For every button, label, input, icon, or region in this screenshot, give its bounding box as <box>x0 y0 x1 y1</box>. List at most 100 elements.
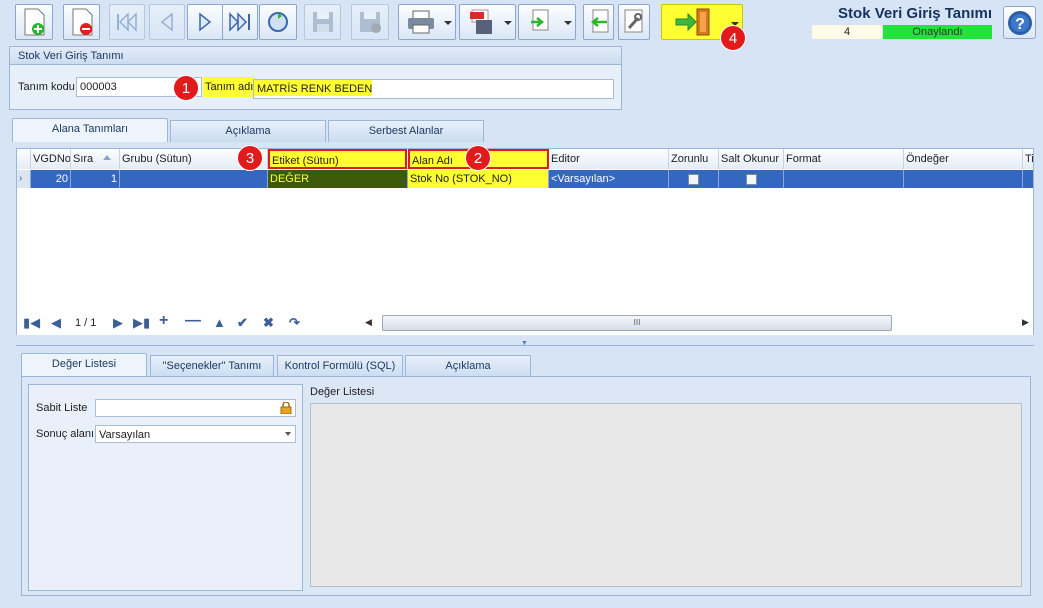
last-record-icon <box>229 12 250 32</box>
tools-button[interactable] <box>618 4 650 40</box>
deger-listesi-area[interactable] <box>310 403 1022 587</box>
tab-secenekler-tanimi[interactable]: "Seçenekler" Tanımı <box>150 355 274 377</box>
refresh-icon <box>268 12 288 32</box>
row-indicator-icon: › <box>17 170 31 188</box>
col-zorunlu[interactable]: Zorunlu <box>669 149 719 169</box>
row-indicator-header <box>17 149 31 169</box>
scroll-right-icon[interactable]: ▶ <box>1022 317 1029 328</box>
callout-badge-4: 4 <box>720 25 746 51</box>
pager-text: 1 / 1 <box>75 317 97 329</box>
help-button[interactable]: ? <box>1003 6 1036 39</box>
prev-record-button[interactable] <box>149 4 185 40</box>
grid-navigator: ▮◀ ◀ 1 / 1 ▶ ▶▮ + — ▲ ✔ ✖ ↷ ◀ III ▶ <box>17 311 1033 335</box>
tab-kontrol-formulu[interactable]: Kontrol Formülü (SQL) <box>277 355 403 377</box>
header-group-title: Stok Veri Giriş Tanımı <box>10 47 621 65</box>
next-record-icon <box>199 12 212 32</box>
cell-zorunlu[interactable] <box>669 170 719 188</box>
table-row[interactable]: › 20 1 DEĞER Stok No (STOK_NO) <Varsayıl… <box>17 170 1023 188</box>
nav-first-icon[interactable]: ▮◀ <box>23 315 40 331</box>
nav-refresh-icon[interactable]: ↷ <box>289 315 300 331</box>
tab-deger-listesi[interactable]: Değer Listesi <box>21 353 147 377</box>
splitter-arrow-icon[interactable]: ▼ <box>521 340 528 347</box>
col-editor[interactable]: Editor <box>549 149 669 169</box>
col-ti[interactable]: Ti <box>1023 149 1033 169</box>
export-button[interactable] <box>518 4 576 40</box>
deger-listesi-label: Değer Listesi <box>310 386 375 398</box>
name-label: Tanım adı <box>203 77 255 97</box>
save-close-button[interactable] <box>351 4 389 40</box>
nav-prev-icon[interactable]: ◀ <box>51 315 61 331</box>
col-sira[interactable]: Sıra <box>71 149 120 169</box>
nav-next-icon[interactable]: ▶ <box>113 315 123 331</box>
cell-vgdno[interactable]: 20 <box>31 170 71 188</box>
callout-badge-2: 2 <box>465 145 491 171</box>
cell-alan-adi[interactable]: Stok No (STOK_NO) <box>408 170 549 188</box>
sonuc-alani-select[interactable]: Varsayılan <box>95 425 296 443</box>
tab-alan-tanimlari[interactable]: Alana Tanımları <box>12 118 168 142</box>
cell-editor[interactable]: <Varsayılan> <box>549 170 669 188</box>
cell-etiket[interactable]: DEĞER <box>268 170 408 188</box>
header-group: Stok Veri Giriş Tanımı Tanım kodu 000003… <box>9 46 622 110</box>
nav-last-icon[interactable]: ▶▮ <box>133 315 150 331</box>
nav-cancel-icon[interactable]: ✖ <box>263 315 274 331</box>
detail-panel: Sabit Liste Sonuç alanı Varsayılan Değer… <box>21 376 1031 596</box>
sabit-liste-input[interactable] <box>95 399 296 417</box>
tab-serbest-alanlar[interactable]: Serbest Alanlar <box>328 120 484 142</box>
svg-text:?: ? <box>1015 16 1025 33</box>
col-etiket[interactable]: Etiket (Sütun) <box>268 149 407 169</box>
cell-grubu[interactable] <box>120 170 268 188</box>
salt-okunur-checkbox[interactable] <box>745 173 757 185</box>
col-sira-label: Sıra <box>73 153 94 165</box>
nav-up-icon[interactable]: ▲ <box>213 315 226 330</box>
name-value: MATRİS RENK BEDEN <box>254 80 372 96</box>
col-salt-okunur[interactable]: Salt Okunur <box>719 149 784 169</box>
tools-icon <box>624 9 643 33</box>
import-button[interactable] <box>583 4 614 40</box>
name-input[interactable]: MATRİS RENK BEDEN <box>253 79 614 99</box>
status-badge: Onaylandı <box>883 25 992 39</box>
callout-badge-1: 1 <box>173 75 199 101</box>
save-icon <box>312 12 333 32</box>
scroll-left-icon[interactable]: ◀ <box>365 317 372 328</box>
code-label: Tanım kodu <box>18 81 75 93</box>
delete-doc-icon <box>72 8 92 36</box>
next-record-button[interactable] <box>187 4 223 40</box>
chevron-down-icon[interactable] <box>285 432 291 436</box>
lock-icon <box>280 402 292 414</box>
tab-aciklama[interactable]: Açıklama <box>170 120 326 142</box>
import-icon <box>590 9 608 33</box>
cell-sira[interactable]: 1 <box>71 170 120 188</box>
col-format[interactable]: Format <box>784 149 904 169</box>
new-doc-icon <box>24 8 45 36</box>
horizontal-scrollbar[interactable]: ◀ III ▶ <box>362 315 1033 331</box>
scroll-thumb[interactable]: III <box>382 315 892 331</box>
first-record-button[interactable] <box>109 4 145 40</box>
delete-document-button[interactable] <box>63 4 100 40</box>
pdf-export-icon <box>469 9 492 34</box>
col-ondeger[interactable]: Öndeğer <box>904 149 1023 169</box>
col-vgdno[interactable]: VGDNo <box>31 149 71 169</box>
callout-badge-3: 3 <box>237 145 263 171</box>
save-close-icon <box>360 12 381 33</box>
refresh-button[interactable] <box>259 4 297 40</box>
grid-header: VGDNo Sıra Grubu (Sütun) Etiket (Sütun) … <box>17 149 1033 169</box>
tab-aciklama-bottom[interactable]: Açıklama <box>405 355 531 377</box>
prev-record-icon <box>160 12 173 32</box>
last-record-button[interactable] <box>222 4 258 40</box>
export-icon <box>531 9 549 31</box>
fields-grid: VGDNo Sıra Grubu (Sütun) Etiket (Sütun) … <box>16 148 1034 335</box>
pdf-export-button[interactable] <box>459 4 516 40</box>
nav-delete-icon[interactable]: — <box>185 312 201 330</box>
cell-ondeger[interactable] <box>904 170 1023 188</box>
new-document-button[interactable] <box>15 4 53 40</box>
nav-add-icon[interactable]: + <box>159 312 168 330</box>
nav-confirm-icon[interactable]: ✔ <box>237 315 248 331</box>
list-settings-box: Sabit Liste Sonuç alanı Varsayılan <box>28 384 303 591</box>
cell-salt-okunur[interactable] <box>719 170 784 188</box>
print-button[interactable] <box>398 4 456 40</box>
help-icon: ? <box>1007 10 1032 35</box>
cell-format[interactable] <box>784 170 904 188</box>
print-icon <box>408 10 434 34</box>
save-button[interactable] <box>304 4 341 40</box>
zorunlu-checkbox[interactable] <box>688 173 699 185</box>
